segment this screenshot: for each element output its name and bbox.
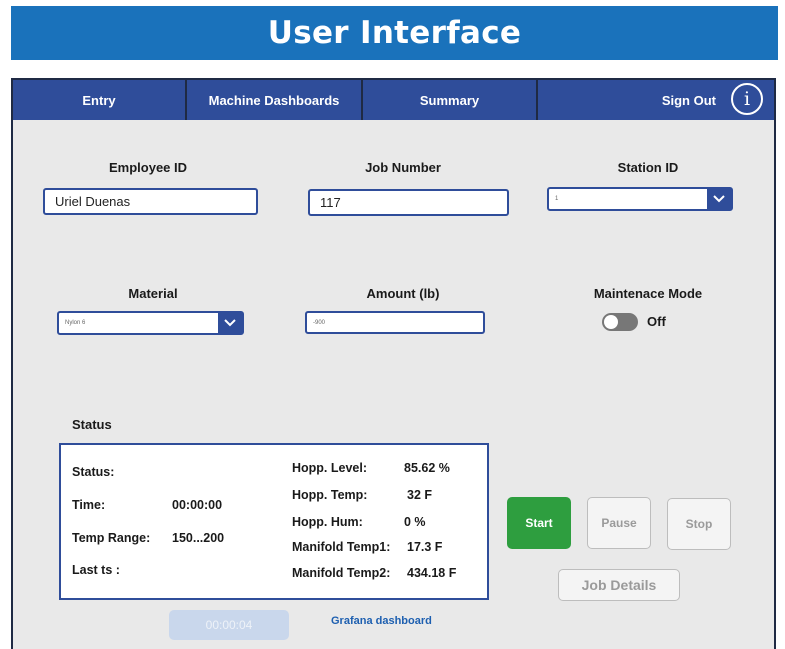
pause-button[interactable]: Pause bbox=[587, 497, 651, 549]
maintenance-toggle[interactable] bbox=[602, 313, 638, 331]
station-id-label: Station ID bbox=[617, 160, 679, 175]
maintenance-mode-label: Maintenace Mode bbox=[593, 286, 703, 301]
amount-input[interactable]: -900 bbox=[305, 311, 485, 334]
nav-entry[interactable]: Entry bbox=[13, 80, 187, 120]
nav-summary[interactable]: Summary bbox=[363, 80, 538, 120]
hopp-level-value: 85.62 % bbox=[404, 461, 450, 475]
manifold-temp1-value: 17.3 F bbox=[407, 540, 443, 554]
status-label: Status: bbox=[72, 465, 115, 479]
manifold-temp1-label: Manifold Temp1: bbox=[292, 540, 391, 554]
manifold-temp2-value: 434.18 F bbox=[407, 566, 457, 580]
manifold-temp2-label: Manifold Temp2: bbox=[292, 566, 391, 580]
material-dropdown[interactable]: Nylon 6 bbox=[57, 311, 244, 335]
start-button[interactable]: Start bbox=[507, 497, 571, 549]
job-number-label: Job Number bbox=[365, 160, 441, 175]
job-number-input[interactable]: 117 bbox=[308, 189, 509, 216]
status-section-title: Status bbox=[72, 417, 112, 432]
nav-bar: Entry Machine Dashboards Summary Sign Ou… bbox=[13, 80, 774, 120]
hopp-temp-label: Hopp. Temp: bbox=[292, 488, 368, 502]
status-panel: Status: Time: 00:00:00 Temp Range: 150..… bbox=[59, 443, 489, 600]
toggle-knob bbox=[604, 315, 618, 329]
banner-title: User Interface bbox=[11, 6, 778, 60]
hopp-temp-value: 32 F bbox=[407, 488, 433, 502]
stop-button[interactable]: Stop bbox=[667, 498, 731, 550]
time-label: Time: bbox=[72, 498, 106, 512]
hopp-hum-label: Hopp. Hum: bbox=[292, 515, 363, 529]
amount-value: -900 bbox=[313, 319, 326, 326]
chevron-down-icon[interactable] bbox=[218, 313, 242, 333]
elapsed-timer-button[interactable]: 00:00:04 bbox=[169, 610, 289, 640]
station-id-dropdown[interactable]: 1 bbox=[547, 187, 733, 211]
employee-id-input[interactable]: Uriel Duenas bbox=[43, 188, 258, 215]
app-window: Entry Machine Dashboards Summary Sign Ou… bbox=[11, 78, 776, 649]
material-label: Material bbox=[128, 286, 178, 301]
job-number-value: 117 bbox=[320, 195, 341, 210]
nav-machine-dashboards[interactable]: Machine Dashboards bbox=[187, 80, 363, 120]
grafana-dashboard-link[interactable]: Grafana dashboard bbox=[331, 615, 432, 627]
maintenance-state: Off bbox=[647, 314, 666, 329]
temp-range-value: 150...200 bbox=[172, 531, 225, 545]
material-value: Nylon 6 bbox=[65, 320, 86, 326]
info-icon[interactable]: i bbox=[731, 83, 763, 115]
last-ts-label: Last ts : bbox=[72, 563, 120, 577]
employee-id-label: Employee ID bbox=[108, 160, 188, 175]
employee-id-value: Uriel Duenas bbox=[55, 194, 131, 209]
hopp-hum-value: 0 % bbox=[404, 515, 426, 529]
time-value: 00:00:00 bbox=[172, 498, 223, 512]
temp-range-label: Temp Range: bbox=[72, 531, 151, 545]
station-id-value: 1 bbox=[555, 196, 559, 202]
hopp-level-label: Hopp. Level: bbox=[292, 461, 368, 475]
job-details-button[interactable]: Job Details bbox=[558, 569, 680, 601]
amount-label: Amount (lb) bbox=[366, 286, 440, 301]
chevron-down-icon[interactable] bbox=[707, 189, 731, 209]
